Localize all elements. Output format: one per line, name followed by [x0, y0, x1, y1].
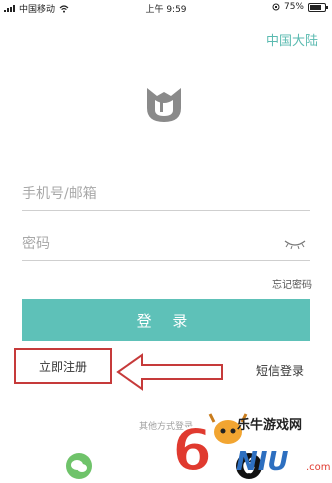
battery-icon — [308, 2, 328, 12]
account-input[interactable] — [22, 180, 262, 208]
eye-closed-icon[interactable] — [284, 238, 306, 250]
region-selector[interactable]: 中国大陆 — [266, 30, 318, 49]
status-bar: 中国移动 上午 9:59 75% — [0, 0, 332, 15]
login-button[interactable]: 登 录 — [22, 299, 310, 341]
password-field — [22, 230, 310, 261]
sms-login-link[interactable]: 短信登录 — [256, 362, 304, 379]
watermark-text: 乐牛游戏网 — [237, 418, 303, 433]
battery-percent: 75% — [283, 2, 304, 12]
rotation-lock-icon — [272, 3, 280, 11]
mi-home-logo-icon — [147, 88, 181, 122]
account-field — [22, 180, 310, 211]
wechat-icon[interactable] — [66, 453, 92, 479]
password-input[interactable] — [22, 230, 262, 258]
svg-text:NIU: NIU — [236, 447, 289, 477]
status-right: 75% — [272, 2, 328, 12]
forgot-password-link[interactable]: 忘记密码 — [272, 276, 312, 291]
svg-text:.com: .com — [306, 462, 331, 473]
register-button[interactable]: 立即注册 — [14, 348, 112, 384]
svg-text:6: 6 — [172, 416, 212, 480]
red-arrow-annotation — [116, 353, 223, 391]
